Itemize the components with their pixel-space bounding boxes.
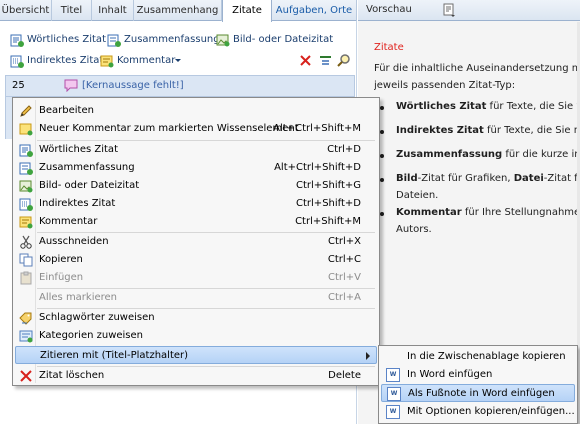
- tab-titel[interactable]: Titel: [52, 0, 92, 21]
- bullet-kommentar-line-2: Autors.: [396, 224, 432, 235]
- bullet-zusammenfassung: Zusammenfassung für die kurze inhaltlic: [396, 149, 580, 160]
- submenu-item-optionen[interactable]: W Mit Optionen kopieren/einfügen...: [381, 403, 575, 421]
- menu-item-zusammenfassung[interactable]: Zusammenfassung Alt+Ctrl+Shift+D: [15, 159, 377, 177]
- indirect-quote-icon: [10, 55, 24, 68]
- tab-vorschau[interactable]: Vorschau: [366, 4, 412, 15]
- menu-item-indirektes-zitat[interactable]: Indirektes Zitat Ctrl+Shift+D: [15, 195, 377, 213]
- submenu-zitieren-mit: In die Zwischenablage kopieren W In Word…: [378, 345, 578, 424]
- indirect-quote-icon: [19, 198, 33, 211]
- tab-bar: Übersicht Titel Inhalt Zusammenhang Zita…: [0, 0, 357, 22]
- tab-zusammenhang[interactable]: Zusammenhang: [134, 0, 222, 21]
- word-icon: W: [386, 405, 400, 419]
- menu-item-ausschneiden[interactable]: Ausschneiden Ctrl+X: [15, 233, 377, 251]
- menu-item-woertliches-zitat[interactable]: Wörtliches Zitat Ctrl+D: [15, 141, 377, 159]
- keywords-icon: [19, 312, 32, 325]
- new-comment-icon: [19, 123, 33, 136]
- comment-icon: [19, 216, 33, 229]
- menu-item-kommentar[interactable]: Kommentar Ctrl+Shift+M: [15, 213, 377, 231]
- word-icon: W: [387, 387, 401, 401]
- page-options-icon[interactable]: [442, 3, 456, 17]
- indirektes-zitat-button[interactable]: Indirektes Zitat: [10, 53, 103, 69]
- image-icon: [216, 34, 230, 47]
- quote-icon: [19, 144, 33, 157]
- categories-icon: [19, 330, 33, 343]
- woertliches-zitat-button[interactable]: Wörtliches Zitat: [10, 32, 106, 48]
- submenu-arrow-icon: [366, 352, 370, 360]
- menu-item-neuer-kommentar[interactable]: Neuer Kommentar zum markierten Wissensel…: [15, 120, 377, 138]
- bullet-indirekt: Indirektes Zitat für Texte, die Sie mit …: [396, 125, 580, 136]
- image-icon: [19, 180, 33, 193]
- menu-item-alles-markieren[interactable]: Alles markieren Ctrl+A: [15, 289, 377, 307]
- menu-item-bild-dateizitat[interactable]: Bild- oder Dateizitat Ctrl+Shift+G: [15, 177, 377, 195]
- chevron-down-icon: [175, 59, 181, 62]
- menu-item-zitat-loeschen[interactable]: Zitat löschen Delete: [15, 367, 377, 385]
- bullet-woertlich: Wörtliches Zitat für Texte, die Sie wort…: [396, 101, 580, 112]
- row-number: 25: [12, 80, 25, 91]
- preview-intro-line-1: Für die inhaltliche Auseinandersetzung m…: [374, 63, 580, 74]
- sort-icon[interactable]: [319, 54, 332, 67]
- pencil-icon: [20, 105, 32, 117]
- menu-item-kopieren[interactable]: Kopieren Ctrl+C: [15, 251, 377, 269]
- preview-intro-line-2: jeweils passenden Zitat-Typ:: [374, 80, 516, 91]
- zusammenfassung-button[interactable]: Zusammenfassung: [107, 32, 220, 48]
- preview-tab-bar: Vorschau: [358, 0, 580, 21]
- quote-icon: [10, 34, 24, 47]
- delete-icon: [20, 370, 32, 382]
- bullet-kommentar: Kommentar für Ihre Stellungnahmen zu e: [396, 207, 580, 218]
- bullet: [380, 130, 384, 134]
- bullet-bild-datei-line-2: Dateien.: [396, 190, 439, 201]
- delete-icon[interactable]: [300, 55, 311, 66]
- speech-bubble-icon: [64, 79, 78, 92]
- tab-inhalt[interactable]: Inhalt: [92, 0, 134, 21]
- row-message: [Kernaussage fehlt!]: [82, 80, 184, 91]
- submenu-item-zwischenablage[interactable]: In die Zwischenablage kopieren: [381, 348, 575, 366]
- menu-item-bearbeiten[interactable]: Bearbeiten: [15, 102, 377, 120]
- paste-icon: [20, 271, 32, 285]
- menu-item-schlagwoerter[interactable]: Schlagwörter zuweisen: [15, 309, 377, 327]
- word-icon: W: [386, 368, 400, 382]
- search-icon[interactable]: [337, 53, 351, 67]
- bullet: [380, 212, 384, 216]
- menu-item-einfuegen[interactable]: Einfügen Ctrl+V: [15, 269, 377, 287]
- menu-item-kategorien[interactable]: Kategorien zuweisen: [15, 327, 377, 345]
- menu-item-zitieren-mit[interactable]: Zitieren mit (Titel-Platzhalter): [15, 346, 377, 364]
- tab-uebersicht[interactable]: Übersicht: [0, 0, 52, 21]
- table-row[interactable]: 25 [Kernaussage fehlt!]: [5, 75, 355, 97]
- scissors-icon: [20, 235, 32, 249]
- kommentar-dropdown[interactable]: Kommentar: [100, 53, 182, 69]
- bullet: [380, 178, 384, 182]
- copy-icon: [19, 253, 33, 267]
- bullet: [380, 154, 384, 158]
- comment-icon: [100, 55, 114, 68]
- summary-icon: [107, 34, 121, 47]
- tab-zitate[interactable]: Zitate: [222, 0, 272, 22]
- preview-heading: Zitate: [374, 42, 404, 53]
- context-menu: Bearbeiten Neuer Kommentar zum markierte…: [12, 97, 380, 386]
- bullet-bild-datei: Bild-Zitat für Grafiken, Datei-Zitat für…: [396, 173, 580, 184]
- tab-aufgaben-orte[interactable]: Aufgaben, Orte: [272, 0, 357, 21]
- bullet: [380, 106, 384, 110]
- submenu-item-fussnote[interactable]: W Als Fußnote in Word einfügen: [381, 384, 575, 402]
- submenu-item-in-word[interactable]: W In Word einfügen: [381, 366, 575, 384]
- summary-icon: [19, 162, 33, 175]
- bild-dateizitat-button[interactable]: Bild- oder Dateizitat: [216, 32, 333, 48]
